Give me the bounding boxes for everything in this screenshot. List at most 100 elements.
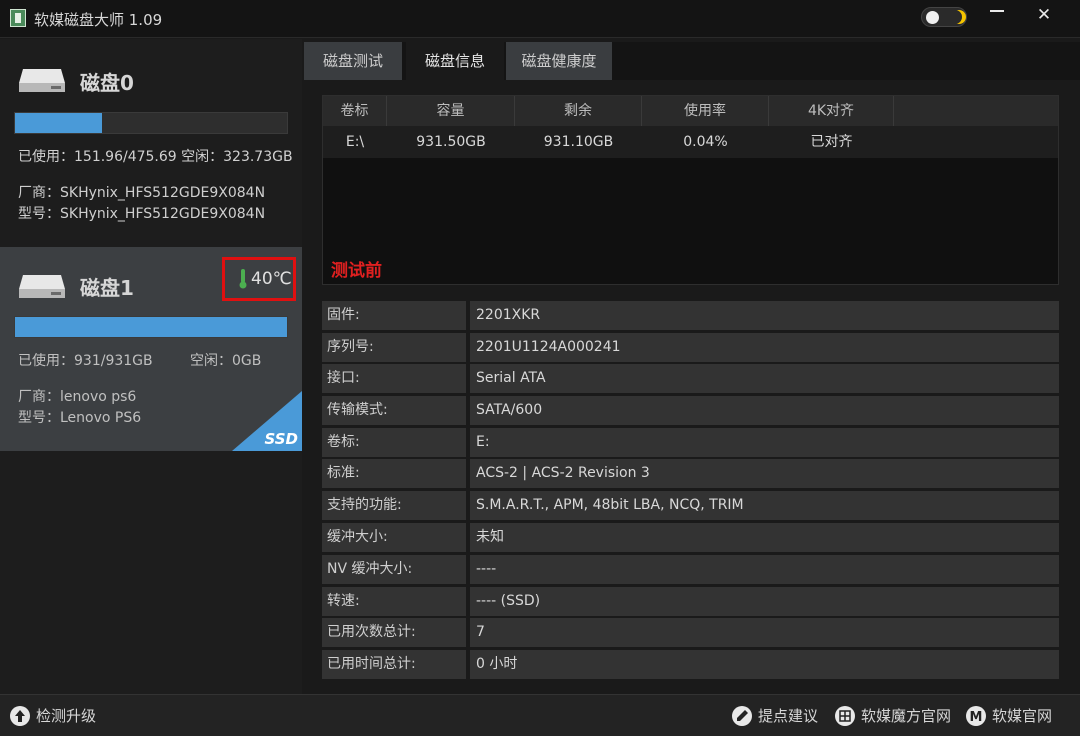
property-value: 2201XKR	[470, 301, 1059, 330]
thermometer-icon	[239, 269, 247, 289]
property-row: 固件: 2201XKR	[322, 301, 1059, 330]
official-site-label: 软媒官网	[992, 707, 1053, 725]
volume-table-header: 卷标 容量 剩余 使用率 4K对齐	[323, 96, 1058, 126]
property-value: Serial ATA	[470, 364, 1059, 393]
volume-label-cell: E:\	[345, 134, 365, 150]
theme-toggle[interactable]	[921, 7, 967, 27]
tab-disk-info[interactable]: 磁盘信息	[406, 42, 504, 80]
ssd-badge: SSD	[232, 391, 302, 451]
free-space-cell: 931.10GB	[543, 134, 614, 150]
disk-vendor: 厂商：lenovo ps6	[18, 389, 137, 405]
property-row: 转速: ---- (SSD)	[322, 587, 1059, 616]
property-row: 已用时间总计: 0 小时	[322, 650, 1059, 679]
property-key: 固件:	[322, 301, 466, 330]
property-row: 缓冲大小: 未知	[322, 523, 1059, 552]
close-button[interactable]: ✕	[1022, 0, 1066, 30]
property-value: ----	[470, 555, 1059, 584]
window-title: 软媒磁盘大师 1.09	[34, 11, 163, 29]
pencil-icon	[732, 705, 752, 726]
temperature-highlight: 40℃	[222, 257, 296, 301]
property-key: 支持的功能:	[322, 491, 466, 520]
property-row: 卷标: E:	[322, 428, 1059, 457]
disk-model: 型号：SKHynix_HFS512GDE9X084N	[18, 206, 266, 222]
alignment-cell: 已对齐	[810, 134, 853, 150]
column-header: 4K对齐	[769, 96, 894, 126]
table-row[interactable]: E:\ 931.50GB 931.10GB 0.04% 已对齐	[323, 126, 1058, 158]
property-value: SATA/600	[470, 396, 1059, 425]
disk-card-0[interactable]: 磁盘0 已使用：151.96/475.69 空闲：323.73GB 厂商：SKH…	[0, 39, 302, 244]
disk-model: 型号：Lenovo PS6	[18, 410, 142, 426]
hard-disk-icon	[19, 69, 65, 92]
close-icon: ✕	[1036, 5, 1052, 25]
grid-globe-icon	[835, 705, 855, 726]
ssd-badge-label: SSD	[264, 430, 298, 448]
disk-name: 磁盘0	[80, 71, 134, 95]
property-key: 标准:	[322, 459, 466, 488]
property-key: 传输模式:	[322, 396, 466, 425]
disk-vendor: 厂商：SKHynix_HFS512GDE9X084N	[18, 185, 266, 201]
disk-usage-fill	[15, 317, 287, 337]
property-value: ---- (SSD)	[470, 587, 1059, 616]
mofang-site-label: 软媒魔方官网	[861, 707, 952, 725]
property-row: 序列号: 2201U1124A000241	[322, 333, 1059, 362]
disk-card-1[interactable]: 磁盘1 40℃ 已使用：931/931GB 空闲：0GB 厂商：lenovo p…	[0, 247, 302, 451]
disk-usage-fill	[15, 113, 103, 133]
column-header-empty	[894, 96, 1058, 126]
official-site-link[interactable]: M 软媒官网	[966, 705, 1052, 727]
volume-table: 卷标 容量 剩余 使用率 4K对齐 E:\ 931.50GB 931.10GB …	[322, 95, 1059, 285]
sun-icon	[926, 11, 939, 24]
property-key: 接口:	[322, 364, 466, 393]
property-key: 卷标:	[322, 428, 466, 457]
minimize-button[interactable]	[975, 0, 1019, 30]
disk-name: 磁盘1	[80, 276, 134, 300]
disk-info-panel: 卷标 容量 剩余 使用率 4K对齐 E:\ 931.50GB 931.10GB …	[304, 80, 1080, 694]
disk-usage-bar	[14, 112, 288, 134]
disk-usage-text: 已使用：151.96/475.69 空闲：323.73GB	[18, 149, 293, 165]
feedback-label: 提点建议	[758, 707, 819, 725]
tab-bar: 磁盘测试 磁盘信息 磁盘健康度	[304, 42, 1080, 80]
title-bar: 软媒磁盘大师 1.09 ✕	[0, 0, 1080, 38]
tab-disk-health[interactable]: 磁盘健康度	[506, 42, 612, 80]
tab-disk-test[interactable]: 磁盘测试	[304, 42, 402, 80]
app-logo-icon	[10, 9, 26, 27]
column-header: 卷标	[323, 96, 387, 126]
disk-sidebar: 磁盘0 已使用：151.96/475.69 空闲：323.73GB 厂商：SKH…	[0, 39, 302, 694]
footer-bar: 检测升级 提点建议 软媒魔方官网 M 软媒官网	[0, 694, 1080, 736]
disk-usage-bar	[14, 316, 288, 338]
property-value: 未知	[470, 523, 1059, 552]
property-row: 标准: ACS-2 | ACS-2 Revision 3	[322, 459, 1059, 488]
property-key: 已用次数总计:	[322, 618, 466, 647]
column-header: 容量	[387, 96, 515, 126]
disk-temperature: 40℃	[251, 269, 292, 289]
ruanmei-logo-icon: M	[966, 705, 986, 726]
property-row: 已用次数总计: 7	[322, 618, 1059, 647]
disk-free-text: 空闲：0GB	[190, 353, 262, 369]
property-row: NV 缓冲大小: ----	[322, 555, 1059, 584]
mofang-site-link[interactable]: 软媒魔方官网	[835, 705, 951, 727]
upgrade-icon	[10, 705, 30, 726]
property-key: 转速:	[322, 587, 466, 616]
check-upgrade-label: 检测升级	[36, 707, 97, 725]
column-header: 使用率	[642, 96, 769, 126]
disk-used-text: 已使用：931/931GB	[18, 353, 153, 369]
property-row: 接口: Serial ATA	[322, 364, 1059, 393]
property-value: 7	[470, 618, 1059, 647]
property-value: ACS-2 | ACS-2 Revision 3	[470, 459, 1059, 488]
property-row: 传输模式: SATA/600	[322, 396, 1059, 425]
moon-icon	[948, 10, 962, 24]
property-value: S.M.A.R.T., APM, 48bit LBA, NCQ, TRIM	[470, 491, 1059, 520]
before-test-label: 测试前	[331, 261, 382, 281]
property-row: 支持的功能: S.M.A.R.T., APM, 48bit LBA, NCQ, T…	[322, 491, 1059, 520]
property-key: NV 缓冲大小:	[322, 555, 466, 584]
property-key: 已用时间总计:	[322, 650, 466, 679]
usage-rate-cell: 0.04%	[683, 134, 728, 150]
svg-text:M: M	[970, 710, 983, 725]
feedback-link[interactable]: 提点建议	[732, 705, 818, 727]
capacity-cell: 931.50GB	[416, 134, 486, 150]
property-value: 0 小时	[470, 650, 1059, 679]
property-value: E:	[470, 428, 1059, 457]
property-key: 缓冲大小:	[322, 523, 466, 552]
check-upgrade-link[interactable]: 检测升级	[10, 705, 96, 727]
column-header: 剩余	[515, 96, 642, 126]
minimize-icon	[990, 10, 1004, 12]
